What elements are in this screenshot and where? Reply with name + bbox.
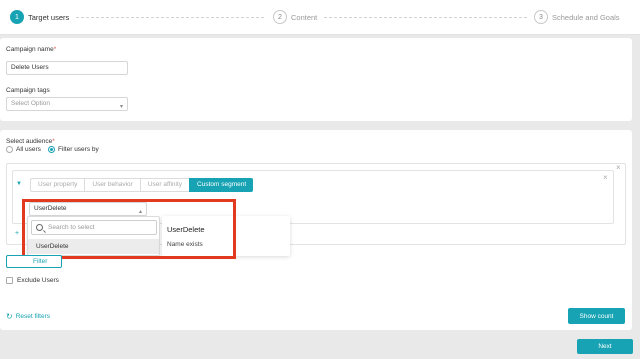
required-mark: * xyxy=(53,46,57,53)
step-number: 3 xyxy=(534,10,548,24)
radio-filter-users[interactable] xyxy=(47,146,55,153)
reset-filters-label: Reset filters xyxy=(15,313,51,320)
filter-type-tabs: User property User behavior User affinit… xyxy=(30,178,254,192)
close-icon[interactable]: × xyxy=(603,173,608,182)
tab-user-property[interactable]: User property xyxy=(30,178,85,192)
caret-down-icon[interactable]: ▼ xyxy=(16,181,22,187)
exclude-users-row: Exclude Users xyxy=(6,277,59,284)
campaign-tags-placeholder: Select Option xyxy=(11,100,51,107)
show-count-button[interactable]: Show count xyxy=(568,308,625,324)
campaign-tags-label: Campaign tags xyxy=(6,87,50,94)
step-content[interactable]: 2 Content xyxy=(273,10,317,24)
step-label: Content xyxy=(291,12,318,22)
radio-filter-users-label: Filter users by xyxy=(57,146,99,153)
required-mark: * xyxy=(52,138,55,145)
plus-icon[interactable]: + xyxy=(15,230,19,237)
reset-filters-link[interactable]: ↻ Reset filters xyxy=(6,312,50,321)
step-target-users[interactable]: 1 Target users xyxy=(10,10,69,24)
step-number: 2 xyxy=(273,10,287,24)
exclude-users-label: Exclude Users xyxy=(17,277,59,284)
campaign-name-label: Campaign name* xyxy=(6,46,56,53)
exclude-users-checkbox[interactable] xyxy=(6,277,13,284)
tab-user-behavior[interactable]: User behavior xyxy=(84,178,140,192)
campaign-name-label-text: Campaign name xyxy=(6,46,54,53)
campaign-tags-select[interactable]: Select Option ▾ xyxy=(6,97,128,111)
stepper: 1 Target users 2 Content 3 Schedule and … xyxy=(0,0,640,35)
step-divider xyxy=(76,17,266,18)
step-divider xyxy=(324,17,529,18)
step-label: Schedule and Goals xyxy=(552,12,620,22)
add-filter-button[interactable]: Filter xyxy=(6,255,62,268)
highlight-box xyxy=(22,199,236,259)
step-number: 1 xyxy=(10,10,24,24)
chevron-down-icon: ▾ xyxy=(119,104,123,110)
select-audience-label-text: Select audience xyxy=(6,138,53,145)
audience-radio-group: All users Filter users by xyxy=(6,146,106,153)
tab-custom-segment[interactable]: Custom segment xyxy=(189,178,254,192)
select-audience-label: Select audience* xyxy=(6,138,55,145)
campaign-name-input[interactable]: Delete Users xyxy=(6,61,128,75)
radio-all-users-label: All users xyxy=(16,146,41,153)
close-icon[interactable]: × xyxy=(616,163,621,172)
step-schedule-goals[interactable]: 3 Schedule and Goals xyxy=(534,10,620,24)
tab-user-affinity[interactable]: User affinity xyxy=(139,178,190,192)
next-button[interactable]: Next xyxy=(577,339,633,354)
refresh-icon: ↻ xyxy=(6,312,13,321)
step-label: Target users xyxy=(28,12,70,22)
radio-all-users[interactable] xyxy=(6,146,13,153)
